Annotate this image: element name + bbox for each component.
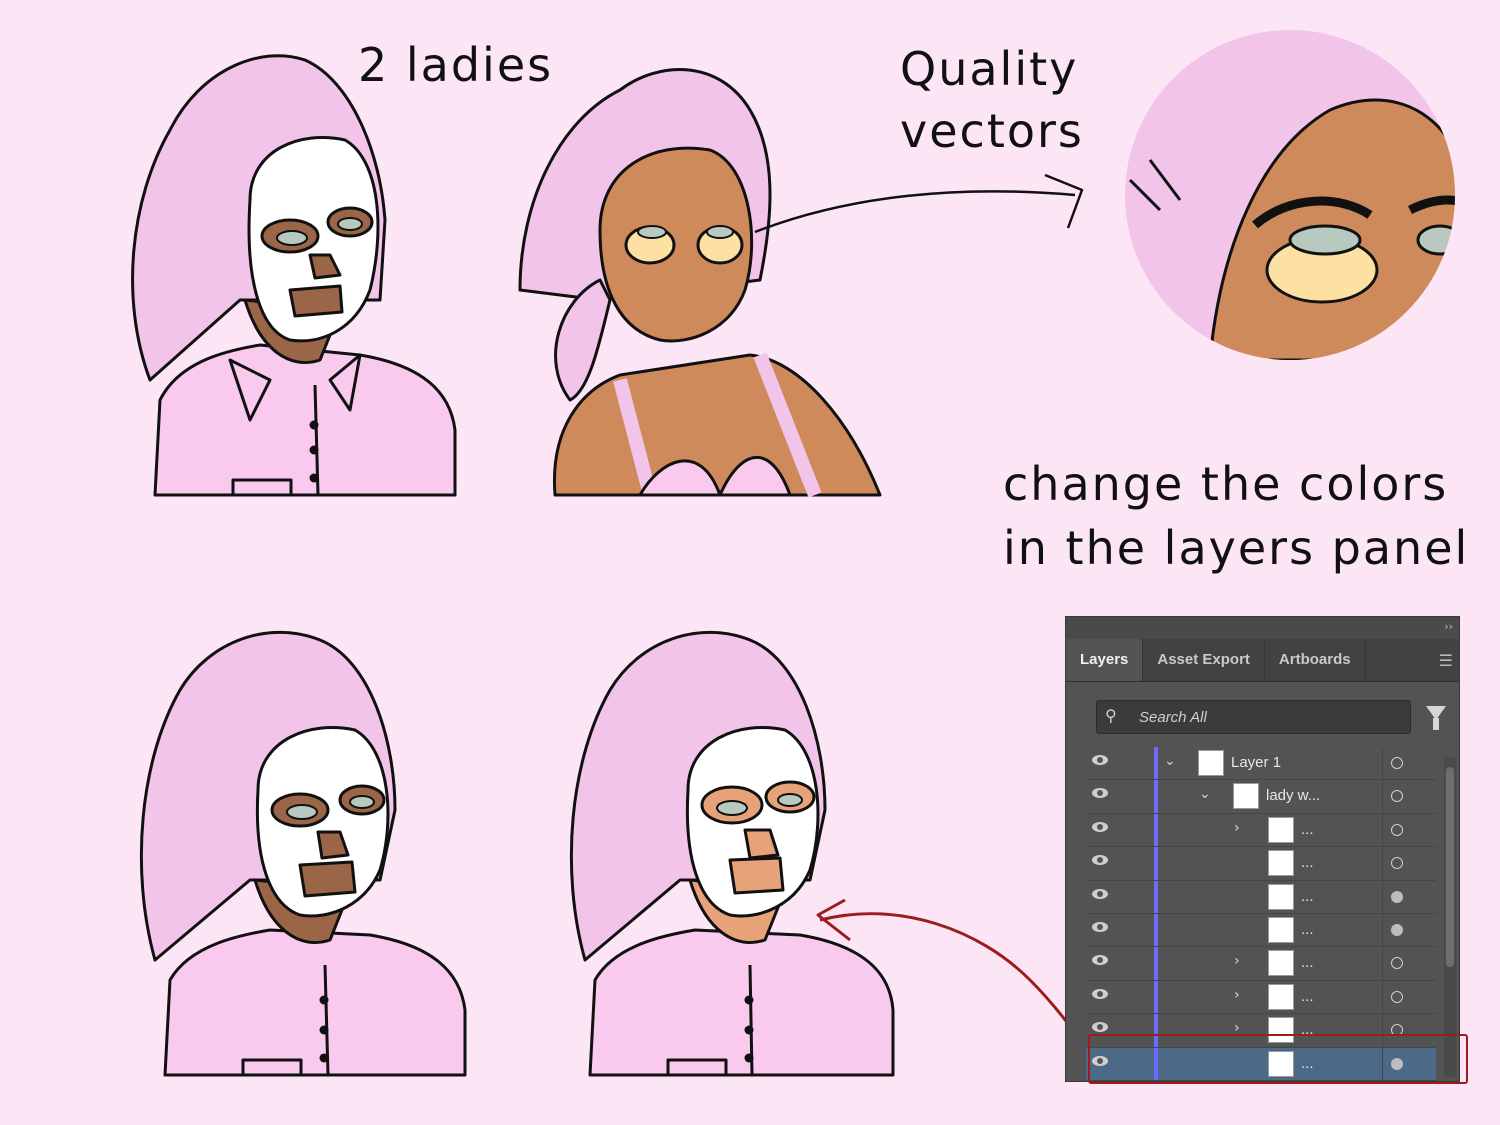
row-separator (1382, 947, 1383, 980)
arrow-quality (754, 190, 1076, 234)
chevron-icon[interactable]: ⌄ (1199, 786, 1211, 802)
scrollbar-thumb[interactable] (1446, 767, 1454, 967)
caption-change-colors: change the colors in the layers panel (1003, 452, 1469, 580)
target-circle-icon[interactable] (1391, 790, 1403, 803)
target-circle-icon[interactable] (1391, 923, 1403, 936)
eye-icon[interactable] (1092, 988, 1108, 999)
layers-panel: ›› Layers Asset Export Artboards ☰ ⚲ ⌄La… (1065, 616, 1460, 1082)
layer-thumbnail (1198, 750, 1224, 776)
lady-top-left (131, 54, 457, 497)
layer-list: ⌄ Layer 1 ⌄ lady w... ›............ ›... ›... ›… (1086, 747, 1436, 1081)
layer-thumbnail (1233, 783, 1259, 810)
search-input[interactable] (1137, 705, 1401, 729)
row-separator (1382, 813, 1383, 847)
layer-label: ... (1301, 920, 1314, 938)
row-separator (1382, 747, 1383, 780)
caption-quality-line2: vectors (900, 104, 1084, 158)
layer-color-bar (1154, 813, 1158, 847)
scrollbar[interactable] (1444, 757, 1456, 1077)
row-separator (1382, 880, 1383, 913)
target-circle-icon[interactable] (1391, 957, 1403, 970)
lady-top-middle (518, 68, 882, 498)
panel-topbar: ›› (1066, 617, 1459, 639)
layer-color-bar (1154, 980, 1158, 1014)
panel-tabs: Layers Asset Export Artboards ☰ (1066, 639, 1459, 682)
lady-bottom-left (139, 630, 467, 1077)
layer-color-bar (1154, 880, 1158, 913)
eye-icon[interactable] (1092, 821, 1108, 832)
layer-row[interactable]: ›... (1086, 980, 1436, 1015)
selection-highlight-box (1088, 1034, 1468, 1084)
eye-icon[interactable] (1092, 921, 1108, 932)
search-row: ⚲ (1066, 682, 1459, 742)
caption-quality-line1: Quality (900, 42, 1079, 96)
caption-change-line1: change the colors (1003, 457, 1449, 511)
caption-ladies: 2 ladies (358, 38, 554, 92)
layer-row[interactable]: ... (1086, 913, 1436, 948)
tab-layers[interactable]: Layers (1066, 639, 1144, 681)
layer-thumbnail (1268, 950, 1294, 977)
eye-icon[interactable] (1092, 855, 1108, 866)
layer-thumbnail (1268, 883, 1294, 910)
target-circle-icon[interactable] (1391, 823, 1403, 836)
layer-color-bar (1154, 780, 1158, 813)
chevron-icon[interactable]: › (1234, 953, 1240, 969)
layer-label: lady w... (1266, 787, 1321, 805)
layer-label: ... (1301, 820, 1314, 838)
row-separator (1382, 847, 1383, 880)
chevron-icon[interactable]: › (1234, 987, 1240, 1003)
tab-artboards[interactable]: Artboards (1265, 639, 1366, 681)
target-circle-icon[interactable] (1391, 857, 1403, 870)
row-separator (1382, 980, 1383, 1014)
eye-icon[interactable] (1092, 955, 1108, 966)
layer-color-bar (1154, 913, 1158, 947)
search-icon: ⚲ (1105, 706, 1117, 725)
caption-quality: Quality vectors (900, 38, 1084, 162)
layer-thumbnail (1268, 816, 1294, 843)
caption-change-line2: in the layers panel (1003, 521, 1470, 575)
layer-thumbnail (1268, 916, 1294, 943)
zoom-circle (1125, 30, 1455, 360)
tab-asset-export[interactable]: Asset Export (1143, 639, 1265, 681)
target-circle-icon[interactable] (1391, 990, 1403, 1003)
collapse-icon[interactable]: ›› (1444, 620, 1453, 633)
layer-label: ... (1301, 987, 1314, 1005)
layer-label: ... (1301, 854, 1314, 872)
target-circle-icon[interactable] (1391, 890, 1403, 903)
layer-row[interactable]: ... (1086, 880, 1436, 914)
lady-bottom-middle (569, 630, 895, 1077)
row-separator (1382, 913, 1383, 947)
layer-row[interactable]: ⌄ lady w... (1086, 780, 1436, 814)
eye-icon[interactable] (1092, 1022, 1108, 1033)
layer-label: ... (1301, 954, 1314, 972)
menu-icon[interactable]: ☰ (1439, 651, 1453, 670)
layer-row[interactable]: ›... (1086, 813, 1436, 848)
layer-row[interactable]: ⌄ Layer 1 (1086, 747, 1436, 781)
chevron-icon[interactable]: › (1234, 820, 1240, 836)
chevron-icon[interactable]: ⌄ (1164, 753, 1176, 769)
layer-thumbnail (1268, 850, 1294, 877)
row-separator (1382, 780, 1383, 813)
filter-icon[interactable] (1426, 706, 1446, 730)
layer-color-bar (1154, 847, 1158, 880)
eye-icon[interactable] (1092, 888, 1108, 899)
target-circle-icon[interactable] (1391, 757, 1403, 769)
layer-label: ... (1301, 887, 1314, 905)
layer-label: Layer 1 (1231, 754, 1282, 771)
eye-icon[interactable] (1092, 788, 1108, 799)
layer-thumbnail (1268, 983, 1294, 1010)
eye-icon[interactable] (1092, 755, 1108, 765)
layer-row[interactable]: ›... (1086, 947, 1436, 981)
layer-color-bar (1154, 947, 1158, 980)
search-box[interactable]: ⚲ (1096, 700, 1411, 734)
layer-row[interactable]: ... (1086, 847, 1436, 881)
layer-color-bar (1154, 747, 1158, 780)
